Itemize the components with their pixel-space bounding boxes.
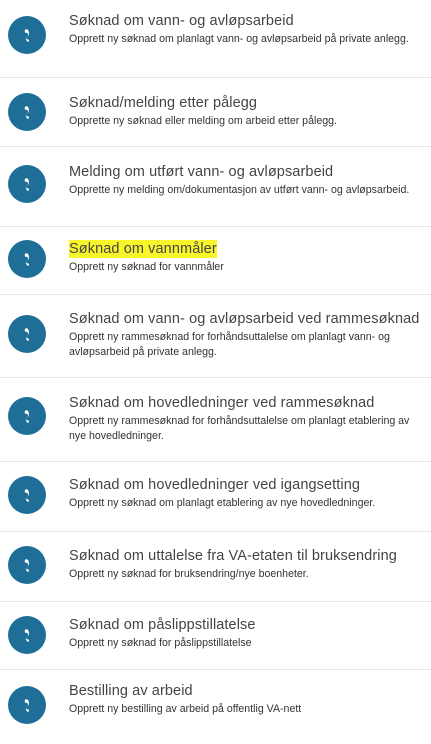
list-item-vannmaler[interactable]: Søknad om vannmåler Opprett ny søknad fo…: [0, 227, 431, 295]
item-title[interactable]: Søknad om påslippstillatelse: [69, 616, 256, 634]
item-description: Opprette ny melding om/dokumentasjon av …: [69, 184, 410, 196]
item-title[interactable]: Melding om utført vann- og avløpsarbeid: [69, 163, 333, 181]
phone-icon: [8, 16, 46, 54]
item-description: Opprett ny søknad for vannmåler: [69, 261, 224, 273]
item-description: Opprette ny søknad eller melding om arbe…: [69, 115, 337, 127]
list-item-bestilling[interactable]: Bestilling av arbeid Opprett ny bestilli…: [0, 670, 431, 744]
item-title[interactable]: Søknad om hovedledninger ved igangsettin…: [69, 476, 360, 494]
list-item-hovedledninger-igangsetting[interactable]: Søknad om hovedledninger ved igangsettin…: [0, 462, 431, 532]
phone-icon: [8, 240, 46, 278]
list-item-melding-utfort[interactable]: Melding om utført vann- og avløpsarbeid …: [0, 147, 431, 227]
phone-icon: [8, 315, 46, 353]
phone-icon: [8, 476, 46, 514]
application-type-list: Søknad om vann- og avløpsarbeid Opprett …: [0, 0, 431, 744]
item-description: Opprett ny søknad for bruksendring/nye b…: [69, 568, 309, 580]
list-item-paalegg[interactable]: Søknad/melding etter pålegg Opprette ny …: [0, 78, 431, 147]
item-title[interactable]: Bestilling av arbeid: [69, 682, 193, 700]
item-description: Opprett ny bestilling av arbeid på offen…: [69, 703, 302, 715]
list-item-bruksendring[interactable]: Søknad om uttalelse fra VA-etaten til br…: [0, 532, 431, 602]
list-item-paslipp[interactable]: Søknad om påslippstillatelse Opprett ny …: [0, 602, 431, 670]
item-title[interactable]: Søknad om vann- og avløpsarbeid: [69, 12, 294, 30]
item-description: Opprett ny rammesøknad for forhåndsuttal…: [69, 415, 410, 442]
item-description: Opprett ny rammesøknad for forhåndsuttal…: [69, 331, 390, 358]
item-title[interactable]: Søknad/melding etter pålegg: [69, 94, 257, 112]
phone-icon: [8, 686, 46, 724]
list-item-vann-avlop-ramme[interactable]: Søknad om vann- og avløpsarbeid ved ramm…: [0, 295, 431, 378]
phone-icon: [8, 616, 46, 654]
list-item-hovedledninger-ramme[interactable]: Søknad om hovedledninger ved rammesøknad…: [0, 378, 431, 462]
list-item-vann-avlop[interactable]: Søknad om vann- og avløpsarbeid Opprett …: [0, 0, 431, 78]
phone-icon: [8, 397, 46, 435]
phone-icon: [8, 546, 46, 584]
item-description: Opprett ny søknad om planlagt etablering…: [69, 497, 376, 509]
item-title[interactable]: Søknad om hovedledninger ved rammesøknad: [69, 394, 374, 412]
phone-icon: [8, 165, 46, 203]
phone-icon: [8, 93, 46, 131]
item-title[interactable]: Søknad om vannmåler: [69, 240, 217, 258]
item-description: Opprett ny søknad for påslippstillatelse: [69, 637, 252, 649]
item-title[interactable]: Søknad om uttalelse fra VA-etaten til br…: [69, 547, 397, 565]
item-description: Opprett ny søknad om planlagt vann- og a…: [69, 33, 409, 45]
item-title[interactable]: Søknad om vann- og avløpsarbeid ved ramm…: [69, 310, 419, 328]
